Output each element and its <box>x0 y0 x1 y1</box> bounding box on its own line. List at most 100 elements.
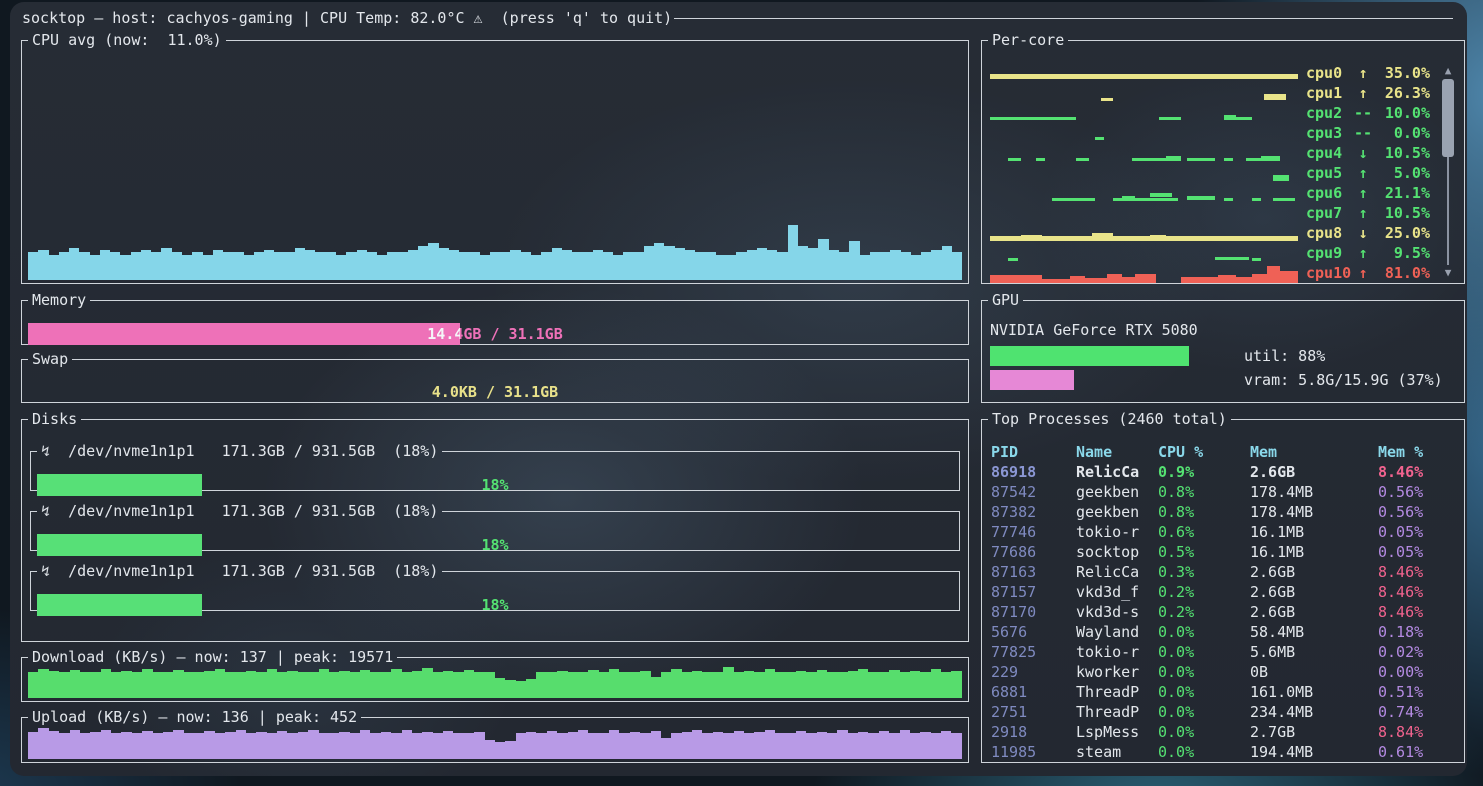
process-mem-percent: 8.46% <box>1378 462 1456 482</box>
download-history-bar <box>837 672 847 698</box>
lightning-icon: ↯ <box>41 442 68 460</box>
gpu-vram-fill <box>990 370 1074 390</box>
core-sparkline <box>990 163 1298 183</box>
process-row[interactable]: 77686socktop0.5%16.1MB0.05% <box>991 542 1456 562</box>
cpu-history-bar <box>387 252 397 280</box>
process-row[interactable]: 77825tokio-r0.0%5.6MB0.02% <box>991 642 1456 662</box>
upload-history-bar <box>734 731 744 759</box>
core-value: 10.0% <box>1374 103 1430 123</box>
download-history-bar <box>900 672 910 698</box>
upload-history-bar <box>80 733 90 759</box>
cpu-history-bar <box>264 250 274 280</box>
cpu-history-bar <box>890 250 900 280</box>
process-row[interactable]: 2751ThreadP0.0%234.4MB0.74% <box>991 702 1456 722</box>
process-row[interactable]: 87542geekben0.8%178.4MB0.56% <box>991 482 1456 502</box>
process-row[interactable]: 6881ThreadP0.0%161.0MB0.51% <box>991 682 1456 702</box>
per-core-scrollbar[interactable]: ▲ ▼ <box>1440 65 1456 279</box>
process-row[interactable]: 77746tokio-r0.6%16.1MB0.05% <box>991 522 1456 542</box>
upload-history-bar <box>360 730 370 759</box>
download-history-bar <box>319 669 329 698</box>
download-history-bar <box>599 672 609 698</box>
sparkline-segment <box>1095 137 1104 140</box>
panel-download: Download (KB/s) — now: 137 | peak: 19571 <box>21 650 969 702</box>
cpu-history-bar <box>398 252 408 280</box>
process-row[interactable]: 11985steam0.0%194.4MB0.61% <box>991 742 1456 762</box>
sparkline-segment <box>1135 274 1157 283</box>
download-history-bar <box>49 671 59 698</box>
process-row[interactable]: 2918LspMess0.0%2.7GB8.84% <box>991 722 1456 742</box>
process-row[interactable]: 87382geekben0.8%178.4MB0.56% <box>991 502 1456 522</box>
process-pid: 86918 <box>991 462 1076 482</box>
upload-history-bar <box>661 738 671 759</box>
download-history-bar <box>391 669 401 698</box>
upload-history-bar <box>111 733 121 759</box>
process-table: PIDNameCPU %MemMem %86918RelicCa0.9%2.6G… <box>991 442 1456 762</box>
sparkline-segment <box>1267 266 1279 283</box>
process-row[interactable]: 86918RelicCa0.9%2.6GB8.46% <box>991 462 1456 482</box>
sparkline-segment <box>1021 235 1043 239</box>
cpu-history-bar <box>274 252 284 280</box>
upload-history-bar <box>277 731 287 759</box>
scrollbar-thumb[interactable] <box>1442 79 1454 157</box>
process-cpu-percent: 0.3% <box>1158 562 1250 582</box>
cpu-history-bar <box>777 252 787 280</box>
upload-history-bar <box>308 730 318 759</box>
core-label: cpu3--0.0% <box>1306 123 1430 143</box>
cpu-history-bar <box>408 250 418 280</box>
cpu-history-bar <box>346 252 356 280</box>
download-history-bar <box>951 671 961 698</box>
download-history-bar <box>485 672 495 698</box>
upload-history-bar <box>433 733 443 759</box>
download-history-bar <box>225 672 235 698</box>
cpu-history-bar <box>161 248 171 280</box>
process-mem: 58.4MB <box>1250 622 1378 642</box>
sparkline-segment <box>1224 198 1233 201</box>
download-history-bar <box>588 670 598 698</box>
process-mem: 2.6GB <box>1250 582 1378 602</box>
process-row[interactable]: 87170vkd3d-s0.2%2.6GB8.46% <box>991 602 1456 622</box>
core-sparkline <box>990 63 1298 83</box>
panel-disks: Disks ↯ /dev/nvme1n1p1 171.3GB / 931.5GB… <box>21 412 969 642</box>
cpu-history-bar <box>131 252 141 280</box>
upload-history-bar <box>132 733 142 759</box>
panel-memory: Memory 14.4GB / 31.1GB14.4GB / 31.1GB <box>21 293 969 345</box>
download-chart <box>28 667 962 698</box>
cpu-history-bar <box>192 252 202 280</box>
per-core-rows: cpu0↑35.0%cpu1↑26.3%cpu2--10.0%cpu3--0.0… <box>990 63 1430 283</box>
sparkline-segment <box>1261 156 1279 159</box>
process-mem: 2.6GB <box>1250 562 1378 582</box>
download-history-bar <box>38 669 48 698</box>
download-history-bar <box>817 670 827 698</box>
scroll-up-icon[interactable]: ▲ <box>1440 65 1456 77</box>
upload-history-bar <box>536 733 546 759</box>
download-history-bar <box>682 672 692 698</box>
process-cpu-percent: 0.0% <box>1158 662 1250 682</box>
scroll-down-icon[interactable]: ▼ <box>1440 267 1456 279</box>
panel-processes: Top Processes (2460 total) PIDNameCPU %M… <box>981 412 1465 763</box>
upload-history-bar <box>215 733 225 759</box>
download-history-bar <box>256 672 266 698</box>
disk-box-title: ↯ /dev/nvme1n1p1 171.3GB / 931.5GB (18%) <box>37 504 442 518</box>
process-row[interactable]: 87163RelicCa0.3%2.6GB8.46% <box>991 562 1456 582</box>
upload-history-bar <box>817 732 827 759</box>
process-row[interactable]: 5676Wayland0.0%58.4MB0.18% <box>991 622 1456 642</box>
process-row[interactable]: 87157vkd3d_f0.2%2.6GB8.46% <box>991 582 1456 602</box>
download-history-bar <box>443 671 453 698</box>
cpu-history-bar <box>213 250 223 280</box>
process-name: steam <box>1076 742 1158 762</box>
upload-history-bar <box>464 733 474 759</box>
cpu-history-bar <box>336 255 346 280</box>
panel-upload: Upload (KB/s) — now: 136 | peak: 452 <box>21 710 969 763</box>
process-name: LspMess <box>1076 722 1158 742</box>
core-label: cpu7↑10.5% <box>1306 203 1430 223</box>
cpu-history-bar <box>593 250 603 280</box>
process-cpu-percent: 0.0% <box>1158 722 1250 742</box>
download-history-bar <box>111 672 121 698</box>
sparkline-segment <box>1218 275 1236 283</box>
download-history-bar <box>806 672 816 698</box>
sparkline-segment <box>1008 258 1017 261</box>
panel-download-title: Download (KB/s) — now: 137 | peak: 19571 <box>28 650 397 664</box>
process-mem-percent: 0.05% <box>1378 542 1456 562</box>
process-row[interactable]: 229kworker0.0%0B0.00% <box>991 662 1456 682</box>
upload-history-bar <box>319 733 329 759</box>
